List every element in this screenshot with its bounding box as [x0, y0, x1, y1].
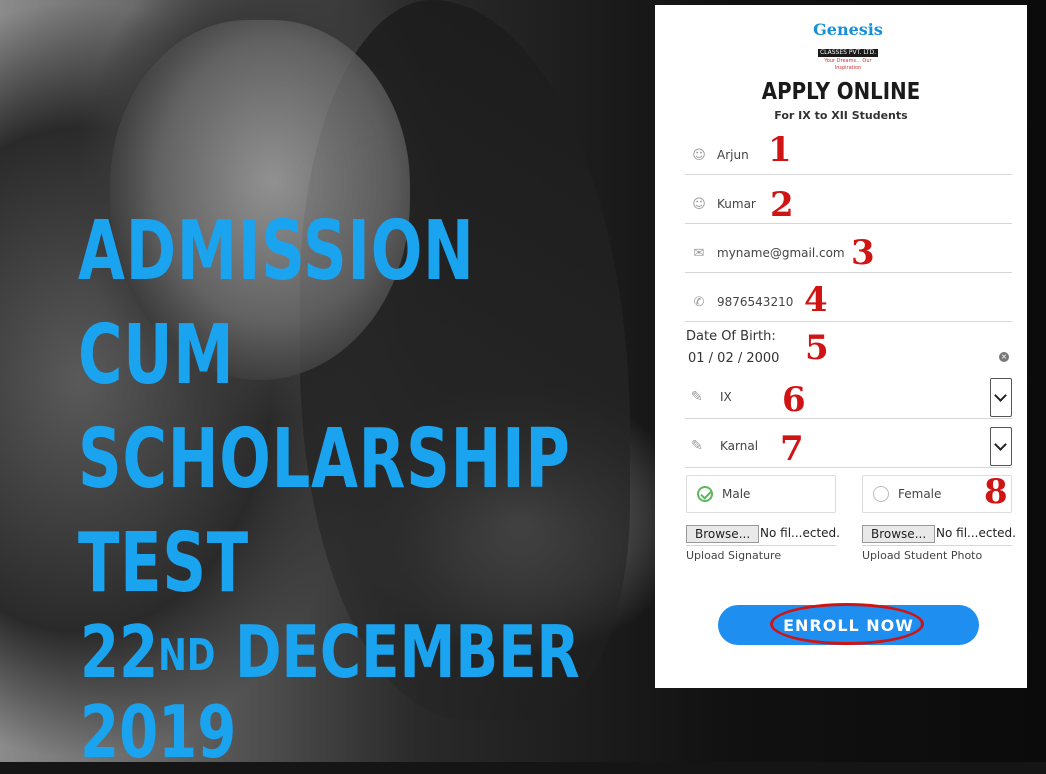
banner-line: TEST — [78, 516, 249, 611]
annotation-number: 2 — [770, 185, 794, 225]
radio-circle-icon — [873, 486, 889, 502]
gender-male-label: Male — [722, 487, 751, 501]
annotation-number: 6 — [782, 380, 806, 420]
genesis-logo: Genesis CLASSES PVT. LTD. Your Dreams...… — [813, 20, 883, 72]
file-name-text: No fil...ected. — [760, 526, 840, 540]
last-name-field[interactable]: ☺ Kumar — [685, 187, 1012, 224]
chevron-down-icon[interactable] — [990, 427, 1012, 466]
signature-file-input[interactable]: Browse... No fil...ected. — [686, 523, 840, 546]
last-name-value: Kumar — [717, 197, 756, 211]
annotation-number: 1 — [768, 130, 792, 170]
banner-date-suffix: ND — [158, 630, 216, 681]
city-select-value: Karnal — [720, 439, 759, 453]
banner-year: 2019 — [80, 690, 237, 774]
form-title: APPLY ONLINE — [761, 79, 921, 105]
file-name-text: No fil...ected. — [936, 526, 1016, 540]
annotation-number: 4 — [804, 280, 828, 320]
first-name-field[interactable]: ☺ Arjun — [685, 138, 1012, 175]
envelope-icon: ✉ — [693, 246, 705, 261]
highlight-ring — [770, 603, 924, 645]
phone-icon: ✆ — [693, 295, 705, 310]
gender-male-radio[interactable]: Male — [686, 475, 836, 513]
banner-line: CUM — [78, 308, 235, 403]
chevron-down-icon[interactable] — [990, 378, 1012, 417]
clear-icon[interactable]: × — [999, 352, 1009, 362]
browse-button[interactable]: Browse... — [686, 525, 760, 543]
form-subtitle: For IX to XII Students — [774, 109, 908, 122]
dob-label: Date Of Birth: — [686, 329, 776, 344]
banner-line: SCHOLARSHIP — [78, 412, 571, 507]
photo-caption: Upload Student Photo — [862, 549, 983, 562]
city-select[interactable]: ✎ Karnal — [685, 427, 1012, 468]
logo-subtitle: CLASSES PVT. LTD. — [817, 49, 879, 57]
first-name-value: Arjun — [717, 148, 749, 162]
signature-caption: Upload Signature — [686, 549, 782, 562]
banner-date-month: DECEMBER — [234, 610, 580, 694]
annotation-number: 3 — [851, 233, 875, 273]
gender-female-label: Female — [898, 487, 942, 501]
user-icon: ☺ — [692, 148, 706, 163]
banner-line: ADMISSION — [78, 204, 475, 299]
phone-field[interactable]: ✆ 9876543210 — [685, 285, 1012, 322]
phone-value: 9876543210 — [717, 295, 794, 309]
browse-button[interactable]: Browse... — [862, 525, 936, 543]
photo-file-input[interactable]: Browse... No fil...ected. — [862, 523, 1016, 546]
enroll-now-button[interactable]: ENROLL NOW — [718, 603, 979, 645]
class-select[interactable]: ✎ IX — [685, 378, 1012, 419]
check-icon — [697, 486, 713, 502]
email-field[interactable]: ✉ myname@gmail.com — [685, 236, 1012, 273]
student-desk-icon: ✎ — [691, 389, 703, 405]
dob-input[interactable]: 01 / 02 / 2000 — [688, 351, 779, 366]
logo-brand: Genesis — [813, 20, 883, 39]
user-icon: ☺ — [692, 197, 706, 212]
email-value: myname@gmail.com — [717, 246, 845, 260]
annotation-number: 7 — [780, 429, 804, 469]
annotation-number: 5 — [805, 328, 829, 368]
banner-headline: ADMISSION CUM SCHOLARSHIP TEST — [78, 200, 571, 616]
banner-date-day: 22 — [80, 610, 159, 694]
banner-date: 22ND DECEMBER — [80, 612, 580, 692]
student-desk-icon: ✎ — [691, 438, 703, 454]
apply-form-card: Genesis CLASSES PVT. LTD. Your Dreams...… — [655, 5, 1027, 688]
annotation-number: 8 — [984, 472, 1008, 512]
class-select-value: IX — [720, 390, 732, 404]
logo-tagline: Your Dreams... Our Inspiration — [824, 58, 872, 71]
